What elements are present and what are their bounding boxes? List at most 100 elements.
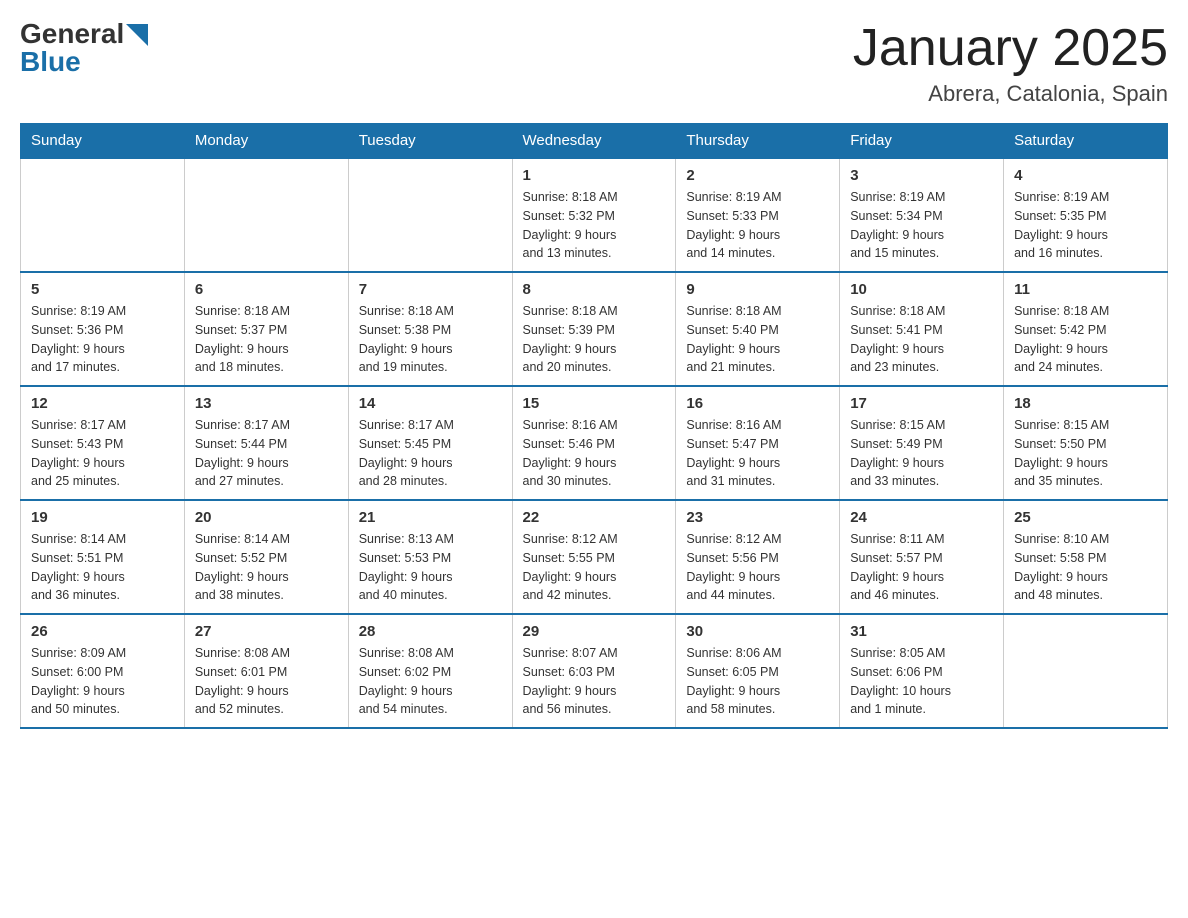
day-number: 4 — [1014, 167, 1157, 184]
day-info: Sunrise: 8:18 AMSunset: 5:41 PMDaylight:… — [850, 302, 993, 377]
calendar-cell — [348, 158, 512, 272]
day-number: 31 — [850, 623, 993, 640]
day-number: 8 — [523, 281, 666, 298]
day-number: 20 — [195, 509, 338, 526]
day-info: Sunrise: 8:19 AMSunset: 5:36 PMDaylight:… — [31, 302, 174, 377]
day-info: Sunrise: 8:17 AMSunset: 5:43 PMDaylight:… — [31, 416, 174, 491]
calendar-cell: 22 Sunrise: 8:12 AMSunset: 5:55 PMDayligh… — [512, 500, 676, 614]
day-number: 7 — [359, 281, 502, 298]
calendar-cell: 11 Sunrise: 8:18 AMSunset: 5:42 PMDayligh… — [1004, 272, 1168, 386]
day-info: Sunrise: 8:14 AMSunset: 5:52 PMDaylight:… — [195, 530, 338, 605]
day-number: 10 — [850, 281, 993, 298]
calendar-cell: 29 Sunrise: 8:07 AMSunset: 6:03 PMDayligh… — [512, 614, 676, 728]
calendar-cell: 20 Sunrise: 8:14 AMSunset: 5:52 PMDayligh… — [184, 500, 348, 614]
day-info: Sunrise: 8:12 AMSunset: 5:56 PMDaylight:… — [686, 530, 829, 605]
column-header-friday: Friday — [840, 124, 1004, 159]
calendar-cell: 26 Sunrise: 8:09 AMSunset: 6:00 PMDayligh… — [21, 614, 185, 728]
calendar-cell: 6 Sunrise: 8:18 AMSunset: 5:37 PMDaylight… — [184, 272, 348, 386]
calendar-week-row: 12Sunrise: 8:17 AMSunset: 5:43 PMDayligh… — [21, 386, 1168, 500]
day-info: Sunrise: 8:19 AMSunset: 5:34 PMDaylight:… — [850, 188, 993, 263]
day-number: 25 — [1014, 509, 1157, 526]
day-number: 22 — [523, 509, 666, 526]
day-number: 21 — [359, 509, 502, 526]
day-info: Sunrise: 8:12 AMSunset: 5:55 PMDaylight:… — [523, 530, 666, 605]
calendar-cell: 28 Sunrise: 8:08 AMSunset: 6:02 PMDayligh… — [348, 614, 512, 728]
day-number: 6 — [195, 281, 338, 298]
logo-triangle-icon — [126, 24, 148, 46]
calendar-cell: 9 Sunrise: 8:18 AMSunset: 5:40 PMDaylight… — [676, 272, 840, 386]
calendar-cell: 16 Sunrise: 8:16 AMSunset: 5:47 PMDayligh… — [676, 386, 840, 500]
day-number: 16 — [686, 395, 829, 412]
page-header: General Blue January 2025 Abrera, Catalo… — [20, 20, 1168, 107]
day-info: Sunrise: 8:06 AMSunset: 6:05 PMDaylight:… — [686, 644, 829, 719]
logo-general-text: General — [20, 20, 124, 48]
calendar-cell: 13 Sunrise: 8:17 AMSunset: 5:44 PMDayligh… — [184, 386, 348, 500]
day-info: Sunrise: 8:08 AMSunset: 6:02 PMDaylight:… — [359, 644, 502, 719]
day-number: 28 — [359, 623, 502, 640]
calendar-cell — [184, 158, 348, 272]
day-info: Sunrise: 8:18 AMSunset: 5:37 PMDaylight:… — [195, 302, 338, 377]
day-number: 5 — [31, 281, 174, 298]
day-info: Sunrise: 8:16 AMSunset: 5:46 PMDaylight:… — [523, 416, 666, 491]
column-header-tuesday: Tuesday — [348, 124, 512, 159]
calendar-cell: 8Sunrise: 8:18 AMSunset: 5:39 PMDaylight… — [512, 272, 676, 386]
location-text: Abrera, Catalonia, Spain — [853, 81, 1168, 107]
day-info: Sunrise: 8:05 AMSunset: 6:06 PMDaylight:… — [850, 644, 993, 719]
column-header-saturday: Saturday — [1004, 124, 1168, 159]
logo-blue-text: Blue — [20, 48, 81, 76]
day-number: 17 — [850, 395, 993, 412]
column-header-monday: Monday — [184, 124, 348, 159]
column-header-wednesday: Wednesday — [512, 124, 676, 159]
day-number: 11 — [1014, 281, 1157, 298]
day-info: Sunrise: 8:17 AMSunset: 5:45 PMDaylight:… — [359, 416, 502, 491]
day-info: Sunrise: 8:19 AMSunset: 5:35 PMDaylight:… — [1014, 188, 1157, 263]
calendar-cell — [1004, 614, 1168, 728]
day-number: 1 — [523, 167, 666, 184]
calendar-cell: 18Sunrise: 8:15 AMSunset: 5:50 PMDayligh… — [1004, 386, 1168, 500]
day-info: Sunrise: 8:14 AMSunset: 5:51 PMDaylight:… — [31, 530, 174, 605]
day-info: Sunrise: 8:17 AMSunset: 5:44 PMDaylight:… — [195, 416, 338, 491]
day-info: Sunrise: 8:19 AMSunset: 5:33 PMDaylight:… — [686, 188, 829, 263]
day-info: Sunrise: 8:16 AMSunset: 5:47 PMDaylight:… — [686, 416, 829, 491]
day-info: Sunrise: 8:15 AMSunset: 5:50 PMDaylight:… — [1014, 416, 1157, 491]
calendar-cell: 30Sunrise: 8:06 AMSunset: 6:05 PMDayligh… — [676, 614, 840, 728]
day-number: 19 — [31, 509, 174, 526]
calendar-cell: 12Sunrise: 8:17 AMSunset: 5:43 PMDayligh… — [21, 386, 185, 500]
calendar-cell: 21 Sunrise: 8:13 AMSunset: 5:53 PMDayligh… — [348, 500, 512, 614]
day-info: Sunrise: 8:18 AMSunset: 5:42 PMDaylight:… — [1014, 302, 1157, 377]
calendar-cell: 10 Sunrise: 8:18 AMSunset: 5:41 PMDayligh… — [840, 272, 1004, 386]
day-number: 26 — [31, 623, 174, 640]
calendar-cell: 19 Sunrise: 8:14 AMSunset: 5:51 PMDayligh… — [21, 500, 185, 614]
calendar-week-row: 26 Sunrise: 8:09 AMSunset: 6:00 PMDayligh… — [21, 614, 1168, 728]
calendar-table: SundayMondayTuesdayWednesdayThursdayFrid… — [20, 123, 1168, 729]
day-info: Sunrise: 8:18 AMSunset: 5:40 PMDaylight:… — [686, 302, 829, 377]
calendar-cell: 25Sunrise: 8:10 AMSunset: 5:58 PMDayligh… — [1004, 500, 1168, 614]
calendar-cell: 2 Sunrise: 8:19 AMSunset: 5:33 PMDaylight… — [676, 158, 840, 272]
calendar-week-row: 19 Sunrise: 8:14 AMSunset: 5:51 PMDayligh… — [21, 500, 1168, 614]
calendar-cell: 24Sunrise: 8:11 AMSunset: 5:57 PMDayligh… — [840, 500, 1004, 614]
day-info: Sunrise: 8:07 AMSunset: 6:03 PMDaylight:… — [523, 644, 666, 719]
calendar-cell: 5 Sunrise: 8:19 AMSunset: 5:36 PMDaylight… — [21, 272, 185, 386]
calendar-cell: 4 Sunrise: 8:19 AMSunset: 5:35 PMDaylight… — [1004, 158, 1168, 272]
column-header-thursday: Thursday — [676, 124, 840, 159]
day-info: Sunrise: 8:13 AMSunset: 5:53 PMDaylight:… — [359, 530, 502, 605]
calendar-cell: 14 Sunrise: 8:17 AMSunset: 5:45 PMDayligh… — [348, 386, 512, 500]
day-info: Sunrise: 8:08 AMSunset: 6:01 PMDaylight:… — [195, 644, 338, 719]
day-info: Sunrise: 8:18 AMSunset: 5:32 PMDaylight:… — [523, 188, 666, 263]
month-title: January 2025 — [853, 20, 1168, 77]
day-number: 14 — [359, 395, 502, 412]
day-info: Sunrise: 8:09 AMSunset: 6:00 PMDaylight:… — [31, 644, 174, 719]
day-number: 29 — [523, 623, 666, 640]
calendar-cell: 3 Sunrise: 8:19 AMSunset: 5:34 PMDaylight… — [840, 158, 1004, 272]
day-info: Sunrise: 8:11 AMSunset: 5:57 PMDaylight:… — [850, 530, 993, 605]
day-number: 23 — [686, 509, 829, 526]
calendar-cell: 7Sunrise: 8:18 AMSunset: 5:38 PMDaylight… — [348, 272, 512, 386]
calendar-cell — [21, 158, 185, 272]
day-number: 3 — [850, 167, 993, 184]
day-number: 13 — [195, 395, 338, 412]
day-number: 2 — [686, 167, 829, 184]
calendar-cell: 23 Sunrise: 8:12 AMSunset: 5:56 PMDayligh… — [676, 500, 840, 614]
logo: General Blue — [20, 20, 148, 76]
day-number: 27 — [195, 623, 338, 640]
day-number: 9 — [686, 281, 829, 298]
